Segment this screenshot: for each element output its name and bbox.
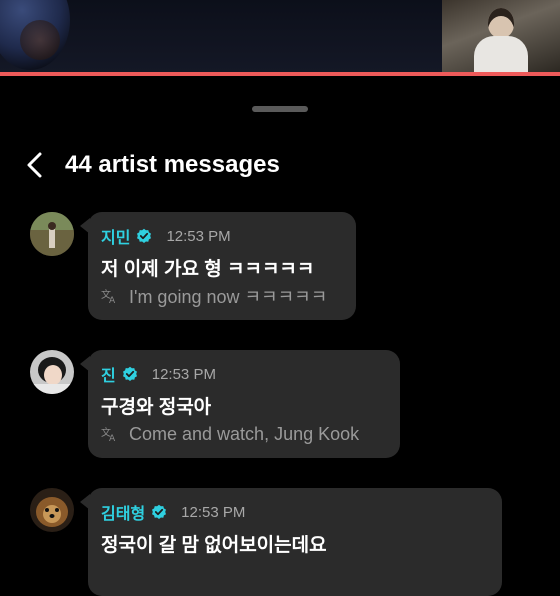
message-timestamp: 12:53 PM (181, 503, 246, 521)
message-bubble[interactable]: 지민 12:53 PM 저 이제 가요 형 ㅋㅋㅋㅋㅋ 文 A I'm goin… (80, 212, 356, 320)
message-header: 지민 12:53 PM (101, 225, 231, 248)
message-timestamp: 12:53 PM (166, 227, 231, 245)
svg-text:A: A (109, 434, 116, 442)
avatar-image (30, 350, 74, 394)
message-translation: I'm going now ㅋㅋㅋㅋㅋ (129, 287, 328, 307)
pip-person-figure (472, 8, 528, 74)
message-timestamp: 12:53 PM (151, 365, 216, 383)
artist-name: 지민 (101, 230, 131, 247)
chevron-left-icon (27, 152, 42, 178)
message-text: 저 이제 가요 형 ㅋㅋㅋㅋㅋ (101, 259, 315, 280)
message-text: 구경와 정국아 (101, 397, 212, 418)
messages-sheet: 44 artist messages 지민 12:53 PM 저 이제 가요 형… (0, 76, 560, 596)
avatar[interactable] (30, 212, 74, 256)
message-bubble[interactable]: 김태형 12:53 PM 정국이 갈 맘 없어보이는데요 (80, 488, 502, 596)
pip-person-head (488, 8, 514, 38)
sheet-grabber-handle[interactable] (252, 106, 308, 112)
message-text: 정국이 갈 맘 없어보이는데요 (101, 535, 327, 556)
translation-row: 文 A Come and watch, Jung Kook (101, 422, 359, 446)
message-header: 진 12:53 PM (101, 363, 216, 386)
page-title: 44 artist messages (65, 151, 280, 178)
pip-person-body (474, 36, 528, 74)
translate-icon: 文 A (101, 288, 116, 304)
back-button[interactable] (24, 150, 48, 180)
message-translation: Come and watch, Jung Kook (129, 423, 360, 444)
avatar-image (30, 212, 74, 256)
avatar-image (30, 488, 74, 532)
picture-in-picture-video[interactable] (442, 0, 560, 74)
translation-row: 文 A I'm going now ㅋㅋㅋㅋㅋ (101, 284, 327, 308)
message-header: 김태형 12:53 PM (101, 501, 246, 524)
avatar[interactable] (30, 488, 74, 532)
svg-text:A: A (109, 296, 116, 304)
bubble-tail (80, 494, 90, 510)
artist-name: 김태형 (101, 506, 146, 523)
verified-badge-icon (137, 228, 152, 243)
sheet-header: 44 artist messages (0, 146, 560, 184)
message-bubble[interactable]: 진 12:53 PM 구경와 정국아 文 A Come and watch, J… (80, 350, 400, 458)
verified-badge-icon (152, 504, 167, 519)
artist-name: 진 (101, 368, 116, 385)
translate-icon: 文 A (101, 426, 116, 442)
bubble-tail (80, 218, 90, 234)
avatar[interactable] (30, 350, 74, 394)
bubble-tail (80, 356, 90, 372)
video-blob-shape-2 (20, 20, 60, 60)
video-background (0, 0, 560, 74)
verified-badge-icon (122, 366, 137, 381)
